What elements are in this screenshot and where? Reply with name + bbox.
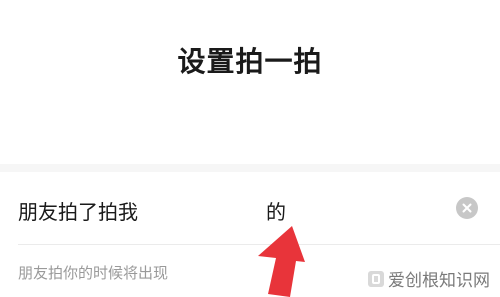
hint-text: 朋友拍你的时候将出现 [18, 264, 169, 282]
pat-prefix-label: 朋友拍了拍我 [18, 200, 138, 224]
section-separator [0, 164, 500, 172]
red-arrow-icon [258, 226, 305, 297]
pat-suffix-input[interactable]: 的 [266, 196, 286, 225]
watermark: 爱创根知识网 [368, 266, 490, 291]
settings-screen: 设置拍一拍 朋友拍了拍我 的 朋友拍你的时候将出现 爱创根知识网 [0, 0, 500, 297]
close-icon [462, 203, 472, 213]
clear-circle-icon[interactable] [456, 197, 478, 219]
site-logo-icon [368, 270, 384, 287]
watermark-text: 爱创根知识网 [388, 271, 490, 291]
page-title: 设置拍一拍 [177, 45, 323, 78]
